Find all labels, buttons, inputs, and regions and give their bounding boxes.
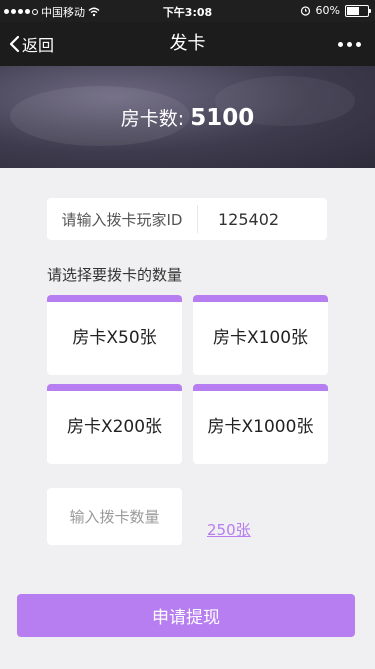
option-label: 房卡X1000张 — [207, 416, 314, 437]
section-title: 请选择要拨卡的数量 — [47, 266, 183, 284]
player-id-input[interactable]: 125402 — [198, 210, 327, 229]
option-card-100[interactable]: 房卡X100张 — [193, 295, 328, 375]
battery-icon — [345, 4, 371, 17]
card-accent-bar — [47, 384, 182, 391]
more-icon[interactable] — [338, 22, 361, 66]
status-right: 60% — [300, 4, 371, 17]
option-label: 房卡X200张 — [66, 416, 163, 437]
option-label: 房卡X100张 — [212, 327, 309, 348]
player-id-label: 请输入拨卡玩家ID — [61, 210, 183, 229]
banner: 房卡数: 5100 — [0, 66, 375, 168]
quantity-link[interactable]: 250张 — [207, 519, 251, 540]
status-bar: 中国移动 下午3:08 60% — [0, 0, 375, 22]
submit-button[interactable]: 申请提现 — [17, 594, 355, 637]
card-accent-bar — [47, 295, 182, 302]
option-card-200[interactable]: 房卡X200张 — [47, 384, 182, 464]
nav-bar: 返回 发卡 — [0, 22, 375, 66]
player-id-field[interactable]: 请输入拨卡玩家ID 125402 — [47, 198, 327, 240]
option-card-50[interactable]: 房卡X50张 — [47, 295, 182, 375]
card-accent-bar — [193, 295, 328, 302]
quantity-placeholder: 输入拨卡数量 — [69, 508, 160, 526]
card-accent-bar — [193, 384, 328, 391]
battery-percent: 60% — [315, 4, 340, 17]
battery-fill — [347, 6, 359, 15]
quantity-input[interactable]: 输入拨卡数量 — [47, 488, 182, 545]
option-card-1000[interactable]: 房卡X1000张 — [193, 384, 328, 464]
page-title: 发卡 — [169, 33, 206, 54]
room-card-count: 房卡数: 5100 — [121, 104, 254, 131]
alarm-icon — [300, 6, 310, 16]
room-card-count-value: 5100 — [190, 104, 255, 131]
room-card-count-label: 房卡数: — [120, 107, 185, 130]
submit-label: 申请提现 — [152, 608, 220, 628]
option-label: 房卡X50张 — [72, 327, 157, 348]
